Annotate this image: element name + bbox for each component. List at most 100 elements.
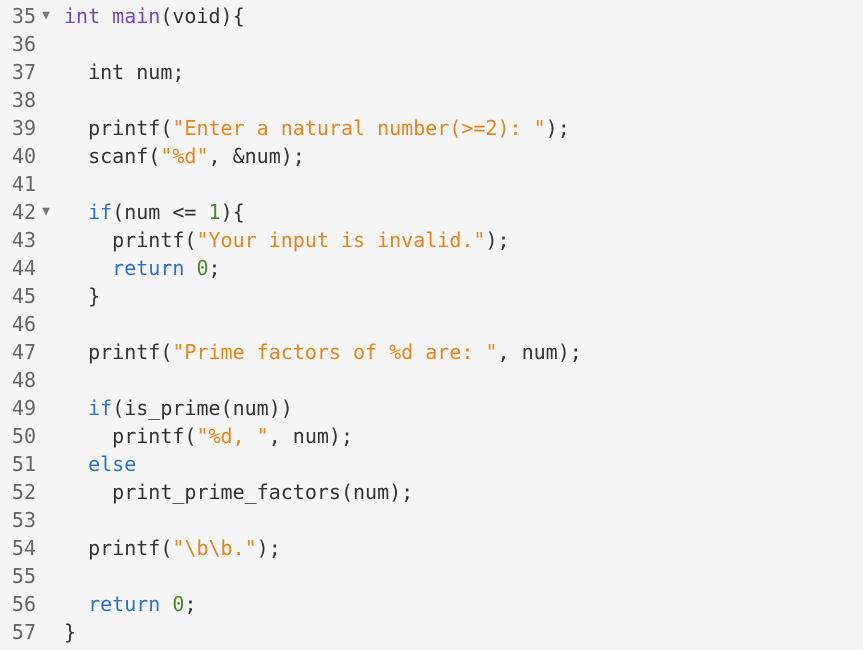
- fold-toggle-icon[interactable]: ▼: [38, 2, 54, 30]
- code-token: (num <=: [112, 200, 209, 224]
- code-line[interactable]: 41: [0, 170, 863, 198]
- code-token: printf(: [64, 340, 173, 364]
- line-number: 35: [11, 4, 36, 28]
- code-line[interactable]: 35 ▼ int main(void){: [0, 2, 863, 30]
- code-token: if: [88, 396, 113, 420]
- code-token: "Your input is invalid.": [196, 228, 486, 252]
- code-token: );: [545, 116, 570, 140]
- code-line[interactable]: 40 scanf("%d", &num);: [0, 142, 863, 170]
- code-token: "%d": [160, 144, 209, 168]
- code-text: return 0;: [64, 590, 196, 618]
- code-token: ){: [220, 200, 245, 224]
- code-token: }: [64, 620, 77, 644]
- line-number: 36: [11, 32, 36, 56]
- code-token: );: [485, 228, 510, 252]
- code-line[interactable]: 51 else: [0, 450, 863, 478]
- code-text: scanf("%d", &num);: [64, 142, 305, 170]
- line-number: 48: [11, 368, 36, 392]
- line-number: 46: [11, 312, 36, 336]
- code-line[interactable]: 47 printf("Prime factors of %d are: ", n…: [0, 338, 863, 366]
- code-token: print_prime_factors(num);: [64, 480, 414, 504]
- code-token: ;: [208, 256, 221, 280]
- line-number: 41: [11, 172, 36, 196]
- line-number: 51: [11, 452, 36, 476]
- code-line[interactable]: 45 }: [0, 282, 863, 310]
- fold-toggle-icon[interactable]: ▼: [38, 198, 54, 226]
- line-number: 42: [11, 200, 36, 224]
- code-token: );: [256, 536, 281, 560]
- code-line[interactable]: 46: [0, 310, 863, 338]
- code-editor[interactable]: 35 ▼ int main(void){36 37 int num; 38 39 prin…: [0, 0, 863, 650]
- code-token: "Prime factors of %d are: ": [172, 340, 498, 364]
- code-line[interactable]: 38: [0, 86, 863, 114]
- code-token: return: [112, 256, 185, 280]
- code-line[interactable]: 56 return 0;: [0, 590, 863, 618]
- line-number: 52: [11, 480, 36, 504]
- code-line[interactable]: 48: [0, 366, 863, 394]
- code-text: }: [64, 282, 100, 310]
- code-text: return 0;: [64, 254, 221, 282]
- line-number: 54: [11, 536, 36, 560]
- code-text: printf("Your input is invalid.");: [64, 226, 510, 254]
- line-number: 56: [11, 592, 36, 616]
- code-token: printf(: [64, 116, 173, 140]
- line-number: 43: [11, 228, 36, 252]
- line-number: 45: [11, 284, 36, 308]
- code-token: "%d, ": [196, 424, 269, 448]
- code-token: main: [112, 4, 161, 28]
- code-text: printf("Enter a natural number(>=2): ");: [64, 114, 570, 142]
- code-text: printf("%d, ", num);: [64, 422, 353, 450]
- code-token: if: [88, 200, 113, 224]
- code-token: int num;: [64, 60, 185, 84]
- code-text: printf("\b\b.");: [64, 534, 281, 562]
- code-token: return: [88, 592, 161, 616]
- code-token: printf(: [64, 536, 173, 560]
- code-token: 0: [172, 592, 185, 616]
- code-token: 0: [196, 256, 209, 280]
- line-number: 49: [11, 396, 36, 420]
- code-token: (is_prime(num)): [112, 396, 293, 420]
- line-number: 40: [11, 144, 36, 168]
- code-text: if(num <= 1){: [64, 198, 245, 226]
- code-line[interactable]: 50 printf("%d, ", num);: [0, 422, 863, 450]
- code-token: else: [88, 452, 137, 476]
- code-line[interactable]: 54 printf("\b\b.");: [0, 534, 863, 562]
- line-number: 37: [11, 60, 36, 84]
- code-line[interactable]: 42 ▼ if(num <= 1){: [0, 198, 863, 226]
- line-number: 53: [11, 508, 36, 532]
- code-line[interactable]: 44 return 0;: [0, 254, 863, 282]
- code-token: int: [64, 4, 101, 28]
- code-line[interactable]: 52 print_prime_factors(num);: [0, 478, 863, 506]
- code-text: int main(void){: [64, 2, 245, 30]
- line-number: 39: [11, 116, 36, 140]
- code-token: "Enter a natural number(>=2): ": [172, 116, 546, 140]
- line-number: 44: [11, 256, 36, 280]
- code-token: 1: [208, 200, 221, 224]
- code-line[interactable]: 57}: [0, 618, 863, 646]
- code-token: ;: [184, 592, 197, 616]
- code-token: scanf(: [64, 144, 161, 168]
- code-line[interactable]: 39 printf("Enter a natural number(>=2): …: [0, 114, 863, 142]
- code-text: printf("Prime factors of %d are: ", num)…: [64, 338, 582, 366]
- code-token: printf(: [64, 424, 197, 448]
- code-line[interactable]: 43 printf("Your input is invalid.");: [0, 226, 863, 254]
- code-line[interactable]: 37 int num;: [0, 58, 863, 86]
- code-token: , &num);: [208, 144, 305, 168]
- code-token: , num);: [268, 424, 353, 448]
- code-line[interactable]: 55: [0, 562, 863, 590]
- code-line[interactable]: 49 if(is_prime(num)): [0, 394, 863, 422]
- code-line[interactable]: 53: [0, 506, 863, 534]
- line-number: 55: [11, 564, 36, 588]
- code-text: int num;: [64, 58, 184, 86]
- code-line[interactable]: 36: [0, 30, 863, 58]
- code-text: print_prime_factors(num);: [64, 478, 413, 506]
- code-token: printf(: [64, 228, 197, 252]
- code-text: }: [64, 618, 76, 646]
- code-text: if(is_prime(num)): [64, 394, 293, 422]
